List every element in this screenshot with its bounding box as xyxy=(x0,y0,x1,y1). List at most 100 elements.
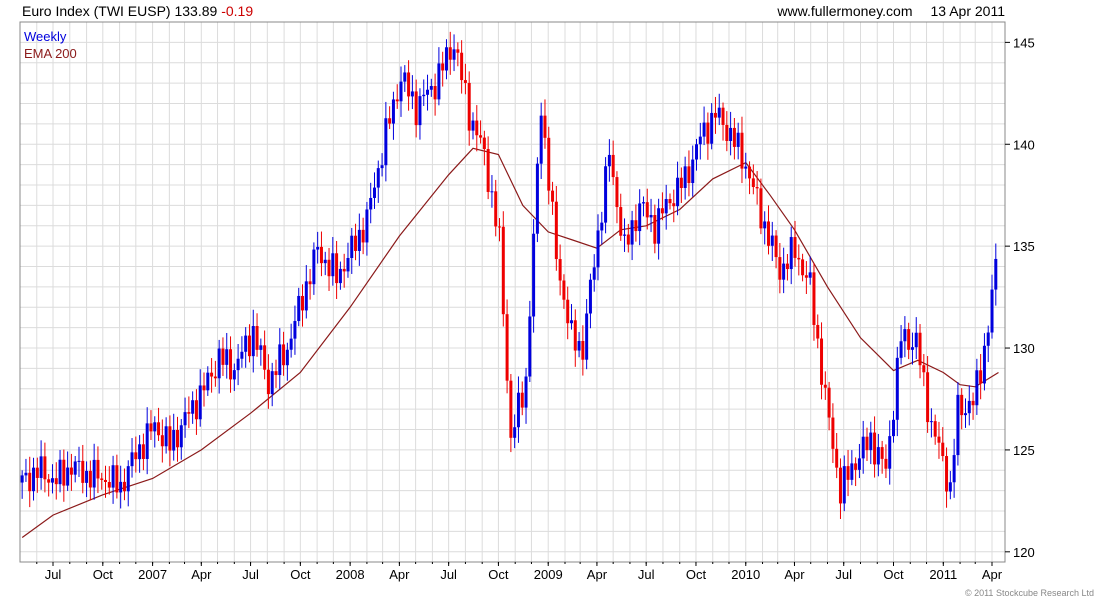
weekly-candle xyxy=(39,440,43,490)
candle-body xyxy=(194,400,198,420)
weekly-candle xyxy=(168,415,172,467)
weekly-candle xyxy=(683,156,687,200)
candle-body xyxy=(210,372,214,377)
candle-body xyxy=(153,422,157,432)
candle-body xyxy=(960,394,964,416)
weekly-candle xyxy=(221,337,225,376)
weekly-candle xyxy=(789,226,793,285)
weekly-candle xyxy=(331,236,335,286)
candle-body xyxy=(676,177,680,207)
x-tick-label: Oct xyxy=(290,567,311,582)
weekly-candle xyxy=(164,417,168,454)
weekly-candle xyxy=(194,389,198,435)
candle-body xyxy=(20,475,24,483)
weekly-candle xyxy=(672,189,676,223)
weekly-candle xyxy=(717,93,721,126)
weekly-candle xyxy=(58,450,62,493)
weekly-candle xyxy=(782,247,786,294)
weekly-candle xyxy=(346,242,350,278)
weekly-candle xyxy=(907,322,911,360)
weekly-candle xyxy=(403,65,407,92)
candle-body xyxy=(47,479,51,483)
candle-body xyxy=(782,263,786,280)
x-tick-label: Jul xyxy=(242,567,259,582)
candle-body xyxy=(664,198,668,214)
weekly-candle xyxy=(846,449,850,497)
candle-body xyxy=(217,348,221,379)
candle-body xyxy=(361,229,365,243)
candle-body xyxy=(81,460,85,483)
weekly-candle xyxy=(85,461,89,498)
candle-body xyxy=(479,135,483,138)
candle-body xyxy=(668,198,672,204)
candle-body xyxy=(759,188,763,229)
candle-body xyxy=(801,259,805,276)
weekly-candle xyxy=(365,201,369,256)
weekly-candle xyxy=(785,254,789,281)
candle-body xyxy=(979,370,983,384)
candle-body xyxy=(289,338,293,350)
candle-body xyxy=(138,444,142,460)
weekly-candle xyxy=(736,122,740,160)
candle-body xyxy=(551,190,555,202)
candle-body xyxy=(657,208,661,244)
candle-body xyxy=(115,465,119,493)
weekly-candle xyxy=(903,316,907,358)
copyright-notice: © 2011 Stockcube Research Ltd xyxy=(964,588,1094,598)
weekly-candle xyxy=(793,220,797,267)
candle-body xyxy=(770,235,774,246)
weekly-candle xyxy=(994,243,998,306)
candle-body xyxy=(206,372,210,391)
candle-body xyxy=(160,435,164,447)
weekly-candle xyxy=(990,274,994,339)
candle-body xyxy=(619,207,623,236)
candle-body xyxy=(251,326,255,357)
candle-body xyxy=(857,458,861,470)
weekly-candle xyxy=(323,251,327,276)
candle-body xyxy=(407,72,411,97)
candle-body xyxy=(100,478,104,480)
weekly-candle xyxy=(729,111,733,156)
candle-body xyxy=(763,221,767,229)
x-tick-label: Apr xyxy=(784,567,805,582)
weekly-candle xyxy=(505,299,509,394)
candle-body xyxy=(145,423,149,459)
weekly-candle xyxy=(236,344,240,386)
candle-body xyxy=(808,272,812,278)
candle-body xyxy=(293,321,297,339)
candle-body xyxy=(376,168,380,188)
weekly-candle xyxy=(342,253,346,288)
weekly-candle xyxy=(721,102,725,141)
weekly-candle xyxy=(770,221,774,261)
candle-body xyxy=(626,234,630,245)
weekly-candle xyxy=(251,309,255,373)
candle-body xyxy=(331,253,335,277)
candle-body xyxy=(827,387,831,418)
candle-body xyxy=(77,460,81,462)
chart-grid xyxy=(20,21,1005,562)
candle-body xyxy=(304,281,308,311)
weekly-candle xyxy=(952,438,956,498)
weekly-candle xyxy=(259,338,263,366)
weekly-candle xyxy=(880,440,884,474)
candle-body xyxy=(854,463,858,470)
y-axis: 120 125 130 135 140 145 xyxy=(1005,35,1035,560)
weekly-candle xyxy=(914,317,918,360)
candle-body xyxy=(365,209,369,243)
weekly-candle xyxy=(444,39,448,80)
weekly-candle xyxy=(535,157,539,243)
candle-body xyxy=(831,417,835,449)
weekly-candle xyxy=(971,392,975,420)
candle-body xyxy=(835,448,839,468)
weekly-candle xyxy=(66,451,70,491)
weekly-candle xyxy=(873,416,877,478)
candle-body xyxy=(35,467,39,478)
candle-body xyxy=(323,259,327,264)
weekly-candle xyxy=(827,381,831,431)
weekly-candle xyxy=(96,446,100,494)
x-tick-label: Oct xyxy=(93,567,114,582)
weekly-candle xyxy=(179,419,183,460)
x-tick-label: Jul xyxy=(835,567,852,582)
candle-body xyxy=(285,349,289,366)
weekly-candle xyxy=(566,286,570,340)
